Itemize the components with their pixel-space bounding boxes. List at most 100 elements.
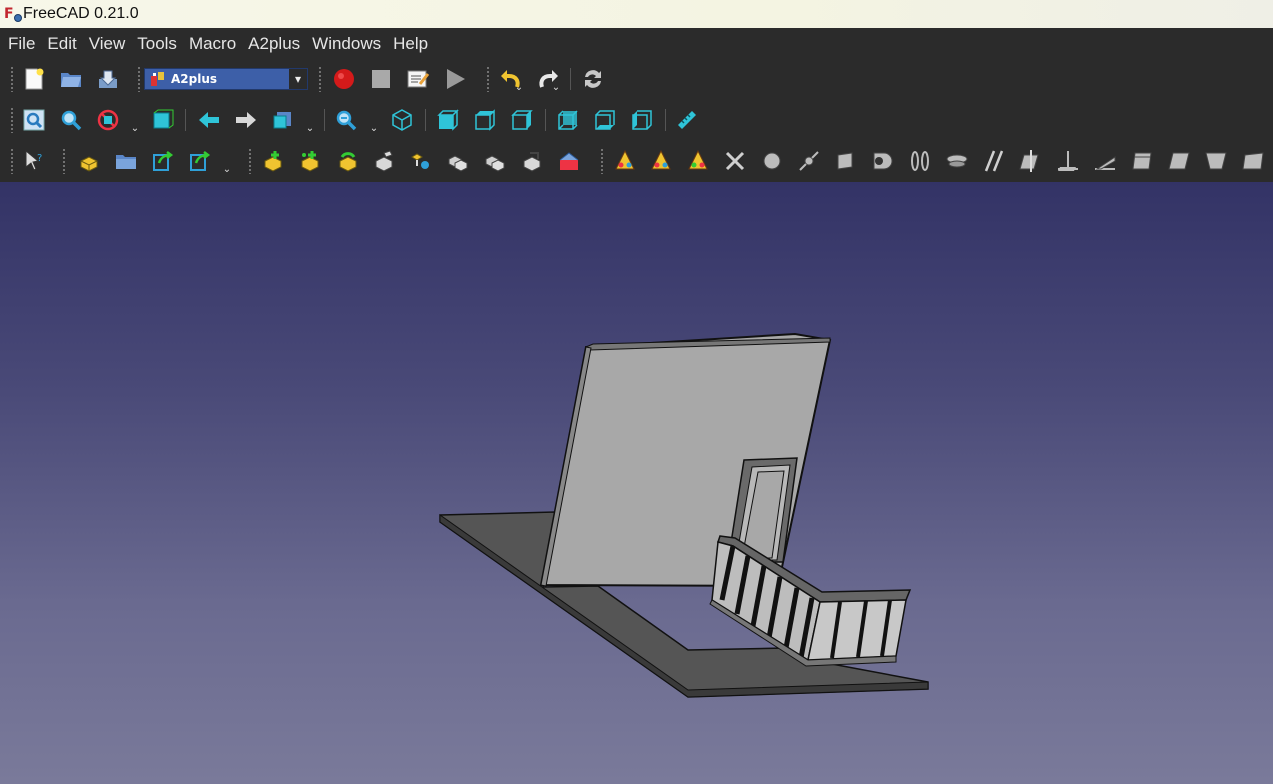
title-bar: F FreeCAD 0.21.0 bbox=[0, 0, 1273, 28]
record-macro-icon[interactable] bbox=[331, 66, 357, 92]
back-icon[interactable] bbox=[196, 107, 222, 133]
menu-bar: File Edit View Tools Macro A2plus Window… bbox=[0, 28, 1273, 60]
plane-coincident-icon[interactable] bbox=[1055, 148, 1081, 174]
redo-dropdown-chevron-icon[interactable]: ⌄ bbox=[551, 83, 561, 93]
axis-plane-parallel-icon[interactable] bbox=[907, 148, 933, 174]
angled-planes-icon[interactable] bbox=[1092, 148, 1118, 174]
edit-constraint-icon[interactable] bbox=[556, 148, 582, 174]
bounding-box-icon[interactable] bbox=[150, 107, 176, 133]
svg-text:?: ? bbox=[37, 153, 42, 164]
point-on-line-icon[interactable] bbox=[685, 148, 711, 174]
flip-icon[interactable] bbox=[612, 148, 638, 174]
convert-part-icon[interactable] bbox=[335, 148, 361, 174]
edit-macro-icon[interactable] bbox=[405, 66, 431, 92]
point-on-plane-icon[interactable] bbox=[722, 148, 748, 174]
freecad-logo-icon: F bbox=[4, 6, 22, 22]
open-file-icon[interactable] bbox=[58, 66, 84, 92]
toolbar-grip[interactable] bbox=[10, 107, 14, 133]
toolbar-row-a2plus: ? ⌄ bbox=[0, 141, 1273, 182]
menu-view[interactable]: View bbox=[83, 28, 132, 60]
refresh-icon[interactable] bbox=[580, 66, 606, 92]
fit-all-icon[interactable] bbox=[21, 107, 47, 133]
a2plus-workbench-icon bbox=[151, 72, 164, 86]
axis-plane-angle-icon[interactable] bbox=[981, 148, 1007, 174]
menu-file[interactable]: File bbox=[2, 28, 41, 60]
sphere-constraint-icon[interactable] bbox=[759, 148, 785, 174]
run-macro-icon[interactable] bbox=[442, 66, 468, 92]
draw-style-dropdown-chevron-icon[interactable]: ⌄ bbox=[130, 124, 140, 134]
slanted-face-icon[interactable] bbox=[1240, 148, 1266, 174]
sync-view-icon[interactable] bbox=[270, 107, 296, 133]
draw-style-icon[interactable] bbox=[95, 107, 121, 133]
toolbar-grip[interactable] bbox=[318, 66, 322, 92]
point-identity-icon[interactable] bbox=[648, 148, 674, 174]
measure-icon[interactable] bbox=[674, 107, 700, 133]
toolbar-separator bbox=[425, 109, 426, 131]
menu-help[interactable]: Help bbox=[387, 28, 434, 60]
sync-view-dropdown-chevron-icon[interactable]: ⌄ bbox=[305, 124, 315, 134]
toolbar-grip[interactable] bbox=[486, 66, 490, 92]
duplicate-part-icon[interactable] bbox=[297, 148, 323, 174]
solve-icon[interactable] bbox=[407, 148, 433, 174]
toolbar-grip[interactable] bbox=[600, 148, 604, 174]
edit-part-icon[interactable] bbox=[371, 148, 397, 174]
circular-edge-icon[interactable] bbox=[796, 148, 822, 174]
isometric-icon[interactable] bbox=[389, 107, 415, 133]
plane-face-icon[interactable] bbox=[1166, 148, 1192, 174]
menu-tools[interactable]: Tools bbox=[131, 28, 183, 60]
menu-edit[interactable]: Edit bbox=[41, 28, 82, 60]
forward-icon[interactable] bbox=[233, 107, 259, 133]
toolbar-separator bbox=[570, 68, 571, 90]
toolbar-row-file-macro: A2plus ▾ ⌄ ⌄ bbox=[0, 59, 1273, 100]
axis-parallel-icon[interactable] bbox=[870, 148, 896, 174]
rear-view-icon[interactable] bbox=[555, 107, 581, 133]
toolbar-row-view: ⌄ ⌄ ⌄ bbox=[0, 100, 1273, 141]
balcony-railing[interactable] bbox=[709, 535, 912, 667]
selection-icon[interactable]: ? bbox=[21, 148, 47, 174]
zoom-icon[interactable] bbox=[333, 107, 359, 133]
top-view-icon[interactable] bbox=[472, 107, 498, 133]
fit-selection-icon[interactable] bbox=[58, 107, 84, 133]
menu-a2plus[interactable]: A2plus bbox=[242, 28, 306, 60]
toolbar-separator bbox=[324, 109, 325, 131]
front-view-icon[interactable] bbox=[435, 107, 461, 133]
left-view-icon[interactable] bbox=[629, 107, 655, 133]
toolbar-grip[interactable] bbox=[62, 148, 66, 174]
3d-viewport[interactable] bbox=[0, 182, 1273, 784]
3d-model[interactable] bbox=[0, 182, 1273, 784]
update-part-icon[interactable] bbox=[260, 148, 286, 174]
menu-macro[interactable]: Macro bbox=[183, 28, 242, 60]
workbench-selector[interactable]: A2plus ▾ bbox=[144, 68, 308, 90]
toggle-solver-icon[interactable] bbox=[445, 148, 471, 174]
menu-windows[interactable]: Windows bbox=[306, 28, 387, 60]
import-dropdown-chevron-icon[interactable]: ⌄ bbox=[222, 165, 232, 175]
toolbar-separator bbox=[185, 109, 186, 131]
window-title: FreeCAD 0.21.0 bbox=[23, 5, 139, 22]
toolbar-separator bbox=[665, 109, 666, 131]
import-shape-icon[interactable] bbox=[187, 148, 213, 174]
new-file-icon[interactable] bbox=[21, 66, 47, 92]
toolbar-grip[interactable] bbox=[137, 66, 141, 92]
import-part-icon[interactable] bbox=[150, 148, 176, 174]
delete-constraints-icon[interactable] bbox=[482, 148, 508, 174]
bottom-view-icon[interactable] bbox=[592, 107, 618, 133]
undo-dropdown-chevron-icon[interactable]: ⌄ bbox=[514, 83, 524, 93]
save-file-icon[interactable] bbox=[95, 66, 121, 92]
toolbar-grip[interactable] bbox=[10, 66, 14, 92]
toolbar-grip[interactable] bbox=[10, 148, 14, 174]
axis-plane-normal-icon[interactable] bbox=[944, 148, 970, 174]
show-constraints-icon[interactable] bbox=[519, 148, 545, 174]
trapezoid-face-icon[interactable] bbox=[1203, 148, 1229, 174]
chevron-down-icon[interactable]: ▾ bbox=[289, 69, 307, 89]
plane-parallel-icon[interactable] bbox=[1018, 148, 1044, 174]
axis-coincident-icon[interactable] bbox=[833, 148, 859, 174]
right-view-icon[interactable] bbox=[509, 107, 535, 133]
stop-macro-icon[interactable] bbox=[368, 66, 394, 92]
add-folder-icon[interactable] bbox=[113, 148, 139, 174]
zoom-dropdown-chevron-icon[interactable]: ⌄ bbox=[369, 124, 379, 134]
workbench-selector-value: A2plus bbox=[171, 72, 218, 86]
toolbar-grip[interactable] bbox=[248, 148, 252, 174]
toolbar-separator bbox=[545, 109, 546, 131]
add-part-icon[interactable] bbox=[76, 148, 102, 174]
center-of-mass-icon[interactable] bbox=[1129, 148, 1155, 174]
